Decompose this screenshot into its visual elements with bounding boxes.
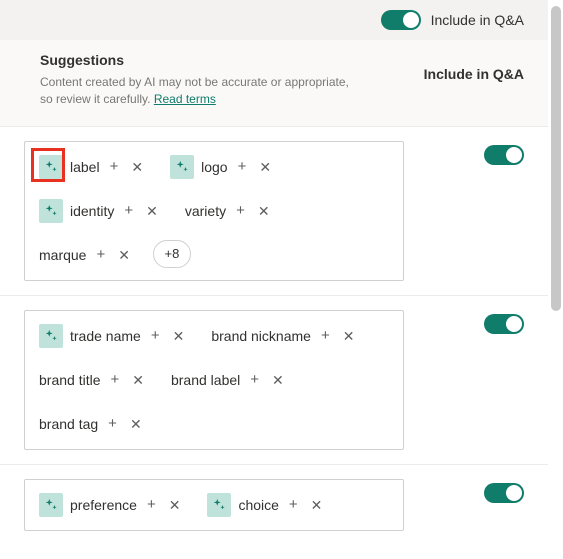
chip-add-button[interactable]: + [148,326,163,345]
group-toggle-cell [404,479,524,503]
chip-add-button[interactable]: + [247,370,262,389]
chip-label: preference [70,497,137,513]
chip-label: brand tag [39,416,98,432]
suggestion-chip: identity + ✕ [35,196,167,226]
chip-add-button[interactable]: + [121,201,136,220]
sparkle-icon [39,324,63,348]
vertical-scrollbar[interactable] [551,6,561,311]
group-include-toggle[interactable] [484,483,524,503]
suggestion-chip: brand tag + ✕ [35,409,151,439]
chip-add-button[interactable]: + [233,201,248,220]
chip-label: logo [201,159,227,175]
chip-remove-button[interactable]: ✕ [129,371,147,389]
suggestion-group: trade name + ✕ brand nickname + ✕ brand title +… [0,295,548,464]
chip-remove-button[interactable]: ✕ [256,158,274,176]
suggestion-chip-box: preference + ✕ choice + ✕ [24,479,404,531]
chip-add-button[interactable]: + [235,157,250,176]
chip-label: brand title [39,372,100,388]
chip-label: brand nickname [211,328,311,344]
suggestions-description: Content created by AI may not be accurat… [40,74,350,108]
suggestion-chip: brand nickname + ✕ [207,321,363,351]
chip-remove-button[interactable]: ✕ [269,371,287,389]
top-bar: Include in Q&A [0,0,548,40]
sparkle-icon [39,493,63,517]
top-include-toggle-row: Include in Q&A [381,10,524,30]
suggestion-chip: choice + ✕ [203,490,331,520]
group-include-toggle[interactable] [484,314,524,334]
more-suggestions-pill[interactable]: +8 [153,240,191,268]
suggestion-chip-box: trade name + ✕ brand nickname + ✕ brand title +… [24,310,404,450]
sparkle-icon [207,493,231,517]
chip-remove-button[interactable]: ✕ [166,496,184,514]
chip-add-button[interactable]: + [107,157,122,176]
suggestion-chip: brand label + ✕ [167,365,293,395]
include-column-header: Include in Q&A [424,52,524,82]
top-include-toggle-label: Include in Q&A [431,12,524,28]
suggestion-chip: brand title + ✕ [35,365,153,395]
chip-label: variety [185,203,226,219]
suggestion-chip: label + ✕ [35,152,152,182]
suggestions-header-row: Suggestions Content created by AI may no… [0,40,548,127]
chip-label: identity [70,203,114,219]
chip-remove-button[interactable]: ✕ [127,415,145,433]
read-terms-link[interactable]: Read terms [154,92,216,106]
suggestions-header-left: Suggestions Content created by AI may no… [40,52,424,108]
chip-add-button[interactable]: + [105,414,120,433]
group-toggle-cell [404,310,524,334]
chip-add-button[interactable]: + [144,495,159,514]
suggestion-chip: logo + ✕ [166,152,280,182]
chip-add-button[interactable]: + [286,495,301,514]
suggestion-group: preference + ✕ choice + ✕ [0,464,548,545]
chip-remove-button[interactable]: ✕ [128,158,146,176]
suggestion-chip: trade name + ✕ [35,321,193,351]
top-include-toggle[interactable] [381,10,421,30]
chip-remove-button[interactable]: ✕ [308,496,326,514]
chip-remove-button[interactable]: ✕ [115,246,133,264]
suggestions-title: Suggestions [40,52,424,68]
chip-label: brand label [171,372,240,388]
chip-add-button[interactable]: + [318,326,333,345]
suggestion-group: label + ✕ logo + ✕ identity + ✕ variety + ✕ marque + ✕… [0,127,548,295]
chip-add-button[interactable]: + [93,245,108,264]
sparkle-icon [39,199,63,223]
chip-label: marque [39,247,86,263]
chip-label: choice [238,497,278,513]
chip-add-button[interactable]: + [107,370,122,389]
chip-remove-button[interactable]: ✕ [170,327,188,345]
chip-remove-button[interactable]: ✕ [340,327,358,345]
chip-label: trade name [70,328,141,344]
chip-remove-button[interactable]: ✕ [143,202,161,220]
sparkle-icon [170,155,194,179]
suggestion-chip: preference + ✕ [35,490,189,520]
sparkle-icon [39,155,63,179]
group-include-toggle[interactable] [484,145,524,165]
chip-remove-button[interactable]: ✕ [255,202,273,220]
chip-label: label [70,159,100,175]
suggestion-chip: variety + ✕ [181,196,279,226]
group-toggle-cell [404,141,524,165]
suggestion-chip: marque + ✕ [35,240,139,270]
suggestion-chip-box: label + ✕ logo + ✕ identity + ✕ variety + ✕ marque + ✕… [24,141,404,281]
